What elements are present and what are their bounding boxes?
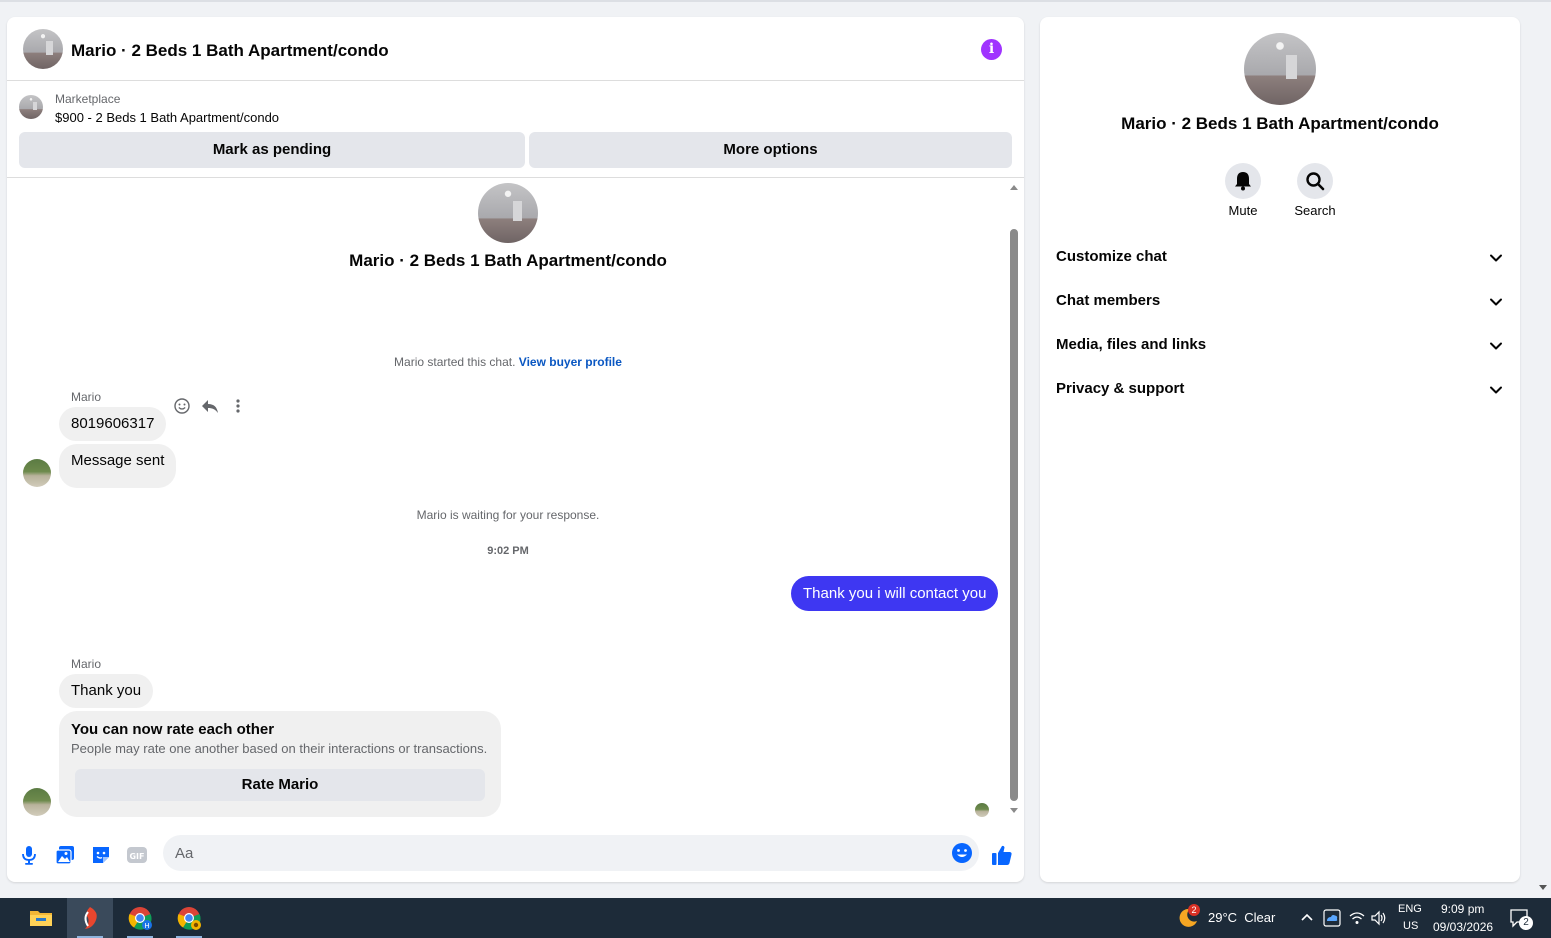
accordion-customize-chat[interactable]: Customize chat — [1048, 236, 1512, 280]
clock-time[interactable]: 9:09 pm — [1441, 902, 1484, 916]
info-avatar[interactable] — [1244, 33, 1316, 105]
listing-bar: Marketplace $900 - 2 Beds 1 Bath Apartme… — [7, 82, 1024, 178]
svg-text:H: H — [144, 922, 149, 930]
photo-icon[interactable] — [54, 844, 76, 866]
window-top-border — [0, 0, 1551, 2]
mute-button[interactable] — [1225, 163, 1261, 199]
info-title: Mario · 2 Beds 1 Bath Apartment/condo — [1121, 114, 1439, 133]
chevron-down-icon — [1490, 298, 1502, 306]
seen-by-avatar — [975, 803, 989, 817]
rate-card-subtitle: People may rate one another based on the… — [71, 741, 488, 756]
wifi-icon[interactable] — [1349, 910, 1365, 931]
listing-price-title[interactable]: $900 - 2 Beds 1 Bath Apartment/condo — [55, 110, 279, 125]
more-vertical-icon[interactable] — [229, 397, 247, 415]
emoji-icon[interactable] — [951, 842, 973, 864]
chat-scrollbar-thumb[interactable] — [1010, 229, 1018, 801]
chevron-down-icon — [1490, 342, 1502, 350]
svg-text:GIF: GIF — [129, 852, 144, 861]
message-timestamp: 9:02 PM — [487, 545, 529, 557]
mario-avatar[interactable] — [23, 459, 51, 487]
listing-source: Marketplace — [55, 92, 121, 106]
taskbar-app-active[interactable] — [67, 898, 113, 938]
file-explorer-icon[interactable] — [18, 898, 64, 938]
search-button[interactable] — [1297, 163, 1333, 199]
rate-card: You can now rate each other People may r… — [59, 711, 501, 817]
page-scroll-down-arrow[interactable] — [1539, 885, 1547, 890]
cloud-drive-icon[interactable] — [1323, 909, 1341, 932]
weather-badge: 2 — [1188, 904, 1200, 916]
rate-mario-button[interactable]: Rate Mario — [75, 769, 485, 801]
scroll-up-arrow[interactable] — [1010, 185, 1018, 190]
message-actions — [173, 397, 247, 415]
sender-name: Mario — [71, 390, 102, 404]
mute-label: Mute — [1228, 203, 1258, 218]
waiting-notice: Mario is waiting for your response. — [416, 508, 600, 522]
chat-started-text: Mario started this chat. — [394, 355, 516, 369]
chevron-up-icon[interactable] — [1300, 910, 1314, 929]
microphone-icon[interactable] — [18, 844, 40, 866]
view-buyer-profile-link[interactable]: View buyer profile — [519, 355, 622, 369]
gif-icon[interactable]: GIF — [126, 844, 148, 866]
accordion-label: Media, files and links — [1056, 336, 1207, 353]
mark-as-pending-button[interactable]: Mark as pending — [19, 132, 525, 168]
message-bubble-sent-notice[interactable]: Message sent — [59, 444, 177, 488]
clock-date[interactable]: 09/03/2026 — [1433, 920, 1493, 934]
accordion-media-files-links[interactable]: Media, files and links — [1048, 324, 1512, 368]
thumbs-up-icon[interactable] — [991, 844, 1013, 866]
notification-center-icon[interactable]: 2 — [1509, 908, 1533, 933]
bell-icon — [1235, 172, 1251, 191]
sender-name: Mario — [71, 657, 102, 671]
chevron-down-icon — [1490, 386, 1502, 394]
sticker-icon[interactable] — [90, 844, 112, 866]
language-top[interactable]: ENG — [1398, 903, 1422, 915]
message-bubble-thank-you[interactable]: Thank you — [59, 674, 154, 708]
accordion-label: Chat members — [1056, 292, 1161, 309]
chat-header: Mario · 2 Beds 1 Bath Apartment/condo i — [7, 17, 1024, 81]
chat-title[interactable]: Mario · 2 Beds 1 Bath Apartment/condo — [71, 41, 389, 61]
message-composer: GIF — [7, 825, 1024, 882]
chat-panel: Mario · 2 Beds 1 Bath Apartment/condo i … — [7, 17, 1024, 882]
accordion-label: Privacy & support — [1056, 380, 1185, 397]
scroll-down-arrow[interactable] — [1010, 808, 1018, 813]
rate-card-title: You can now rate each other — [71, 721, 275, 738]
taskbar: H 2 29°C Clear ENG US 9:09 pm 09/03/2026… — [0, 898, 1551, 938]
app-logo-icon — [84, 907, 97, 929]
message-list[interactable]: Mario · 2 Beds 1 Bath Apartment/condo Ma… — [7, 179, 1024, 825]
intro-title: Mario · 2 Beds 1 Bath Apartment/condo — [349, 251, 667, 270]
chat-started-notice: Mario started this chat. View buyer prof… — [7, 355, 1009, 369]
accordion-chat-members[interactable]: Chat members — [1048, 280, 1512, 324]
chrome-profile-h-icon[interactable]: H — [117, 898, 163, 938]
chrome-profile-icon[interactable] — [166, 898, 212, 938]
accordion-label: Customize chat — [1056, 248, 1167, 265]
more-options-button[interactable]: More options — [529, 132, 1012, 168]
chevron-down-icon — [1490, 254, 1502, 262]
message-bubble-phone[interactable]: 8019606317 — [59, 407, 167, 441]
listing-thumbnail[interactable] — [19, 95, 43, 119]
reply-icon[interactable] — [201, 397, 219, 415]
message-input[interactable] — [163, 835, 979, 871]
chat-info-panel: Mario · 2 Beds 1 Bath Apartment/condo Mu… — [1040, 17, 1520, 882]
weather-icon[interactable]: 2 — [1176, 904, 1200, 930]
mario-avatar[interactable] — [23, 788, 51, 816]
search-label: Search — [1294, 203, 1336, 218]
accordion-privacy-support[interactable]: Privacy & support — [1048, 368, 1512, 412]
search-icon — [1306, 172, 1325, 191]
intro-avatar — [478, 183, 538, 243]
language-bottom[interactable]: US — [1403, 920, 1418, 932]
react-emoji-icon[interactable] — [173, 397, 191, 415]
info-icon[interactable]: i — [981, 39, 1002, 60]
outgoing-message-bubble[interactable]: Thank you i will contact you — [791, 576, 999, 611]
weather-text[interactable]: 29°C Clear — [1208, 910, 1275, 925]
notification-count-badge: 2 — [1519, 916, 1533, 930]
volume-icon[interactable] — [1370, 909, 1388, 932]
listing-avatar[interactable] — [23, 29, 63, 69]
